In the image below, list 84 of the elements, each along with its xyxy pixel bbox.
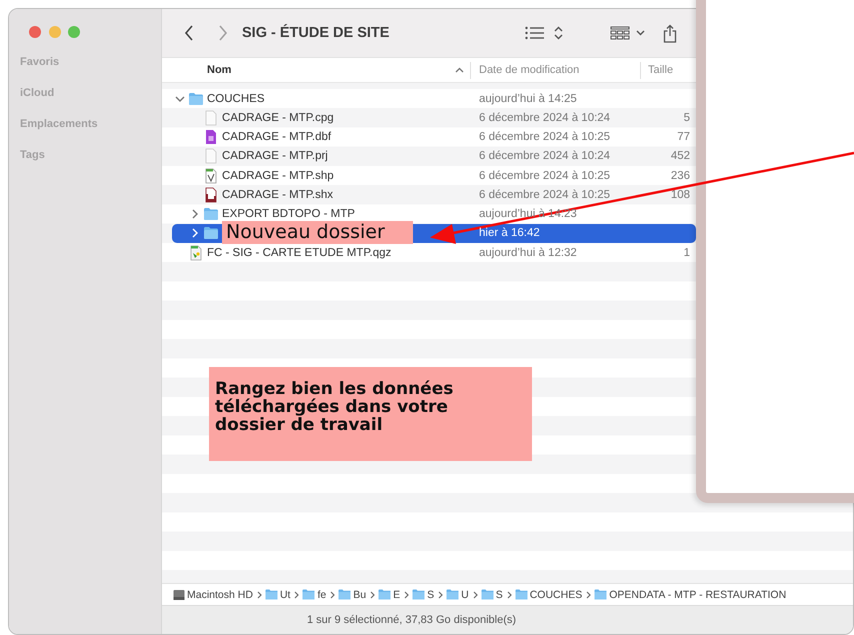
- column-header[interactable]: Nom: [207, 64, 232, 76]
- path-segment[interactable]: Macintosh HD: [187, 588, 253, 600]
- chevron-separator-icon: [294, 590, 300, 598]
- file-name: CADRAGE - MTP.shx: [222, 188, 333, 201]
- annotation-label: Nouveau dossier: [222, 221, 413, 244]
- caret-icon[interactable]: [636, 30, 646, 36]
- modified-date: 6 décembre 2024 à 10:25: [479, 170, 610, 182]
- file-name: CADRAGE - MTP.prj: [222, 150, 328, 162]
- path-segment[interactable]: Ut: [280, 588, 290, 600]
- grid-view-icon[interactable]: [610, 26, 630, 40]
- file-name: CADRAGE - MTP.dbf: [222, 131, 332, 144]
- modified-date: 6 décembre 2024 à 10:25: [479, 188, 610, 201]
- close-button[interactable]: [29, 26, 41, 38]
- chevron-separator-icon: [256, 590, 262, 598]
- document-icon: [203, 110, 219, 126]
- path-segment[interactable]: E: [393, 588, 400, 600]
- modified-date: aujourd’hui à 12:32: [479, 246, 577, 259]
- forward-button[interactable]: [218, 25, 228, 41]
- file-row[interactable]: CADRAGE - MTP.shx 6 décembre 2024 à 10:25 108: [172, 185, 696, 204]
- modified-date: 6 décembre 2024 à 10:24: [479, 112, 610, 124]
- sort-ascending-icon[interactable]: [455, 67, 464, 73]
- folder-icon[interactable]: [264, 589, 278, 600]
- file-size: 452: [670, 150, 690, 162]
- chevron-separator-icon: [330, 590, 336, 598]
- file-row[interactable]: CADRAGE - MTP.prj 6 décembre 2024 à 10:24 452: [172, 146, 696, 166]
- file-size: 77: [677, 131, 690, 144]
- file-row[interactable]: CADRAGE - MTP.shp 6 décembre 2024 à 10:25 236: [172, 166, 696, 186]
- path-segment[interactable]: S: [427, 588, 434, 600]
- disclosure-chevron-icon[interactable]: [175, 94, 185, 103]
- folder-icon[interactable]: [338, 589, 352, 600]
- chevron-separator-icon: [438, 590, 444, 598]
- file-row[interactable]: FC - SIG - CARTE ETUDE MTP.qgz aujourd’hui à 12:32 1: [172, 243, 696, 262]
- annotation-note: Rangez bien les données téléchargées dans votre dossier de travail: [209, 367, 532, 461]
- chevron-separator-icon: [404, 590, 410, 598]
- zoom-button[interactable]: [68, 26, 80, 38]
- folder-icon: [203, 225, 219, 242]
- path-segment[interactable]: S: [496, 588, 503, 600]
- up-down-chevron-icon[interactable]: [554, 26, 564, 40]
- folder-icon[interactable]: [412, 589, 426, 600]
- folder-icon[interactable]: [302, 589, 316, 600]
- list-view-icon[interactable]: [525, 26, 546, 40]
- file-size: 236: [670, 170, 690, 182]
- file-row[interactable]: COUCHES aujourd’hui à 14:25: [172, 89, 696, 108]
- file-size: 1: [684, 246, 690, 259]
- status-text: 1 sur 9 sélectionné, 37,83 Go disponible(s): [306, 614, 516, 626]
- modified-date: 6 décembre 2024 à 10:25: [479, 131, 610, 144]
- back-button[interactable]: [184, 25, 194, 41]
- minimize-button[interactable]: [48, 26, 60, 38]
- modified-date: 6 décembre 2024 à 10:24: [479, 150, 610, 162]
- folder-icon[interactable]: [378, 589, 392, 600]
- folder-icon[interactable]: [480, 589, 494, 600]
- file-name: CADRAGE - MTP.cpg: [222, 112, 334, 124]
- chevron-separator-icon: [472, 590, 478, 598]
- folder-icon: [203, 206, 219, 222]
- file-row[interactable]: CADRAGE - MTP.dbf 6 décembre 2024 à 10:25 77: [172, 128, 696, 147]
- path-segment[interactable]: OPENDATA - MTP - RESTAURATION: [609, 588, 786, 600]
- folder-icon[interactable]: [446, 589, 460, 600]
- folder-icon[interactable]: [514, 589, 528, 600]
- project-file-icon: [188, 244, 204, 261]
- file-size: 5: [684, 112, 690, 124]
- file-name: FC - SIG - CARTE ETUDE MTP.qgz: [207, 246, 392, 259]
- database-file-icon: [203, 129, 219, 146]
- disclosure-chevron-icon[interactable]: [191, 209, 199, 220]
- share-icon[interactable]: [663, 24, 678, 42]
- index-file-icon: [203, 186, 219, 203]
- modified-date: hier à 16:42: [479, 227, 540, 240]
- chevron-separator-icon: [370, 590, 376, 598]
- file-name: COUCHES: [207, 92, 265, 105]
- window-title: SIG - ÉTUDE DE SITE: [242, 25, 390, 41]
- modified-date: aujourd’hui à 14:25: [479, 92, 577, 105]
- path-segment[interactable]: Bu: [353, 588, 366, 600]
- chevron-separator-icon: [586, 590, 592, 598]
- folder-icon: [188, 90, 204, 107]
- chevron-separator-icon: [506, 590, 512, 598]
- file-size: 108: [670, 188, 690, 201]
- path-segment[interactable]: U: [461, 588, 469, 600]
- path-segment[interactable]: fe: [317, 588, 326, 600]
- folder-icon[interactable]: [594, 589, 608, 600]
- path-segment[interactable]: COUCHES: [530, 588, 582, 600]
- file-name: CADRAGE - MTP.shp: [222, 170, 334, 182]
- document-icon: [203, 148, 219, 164]
- vector-file-icon: [203, 168, 219, 184]
- file-row[interactable]: CADRAGE - MTP.cpg 6 décembre 2024 à 10:24 5: [172, 108, 696, 128]
- file-name: EXPORT BDTOPO - MTP: [222, 208, 355, 220]
